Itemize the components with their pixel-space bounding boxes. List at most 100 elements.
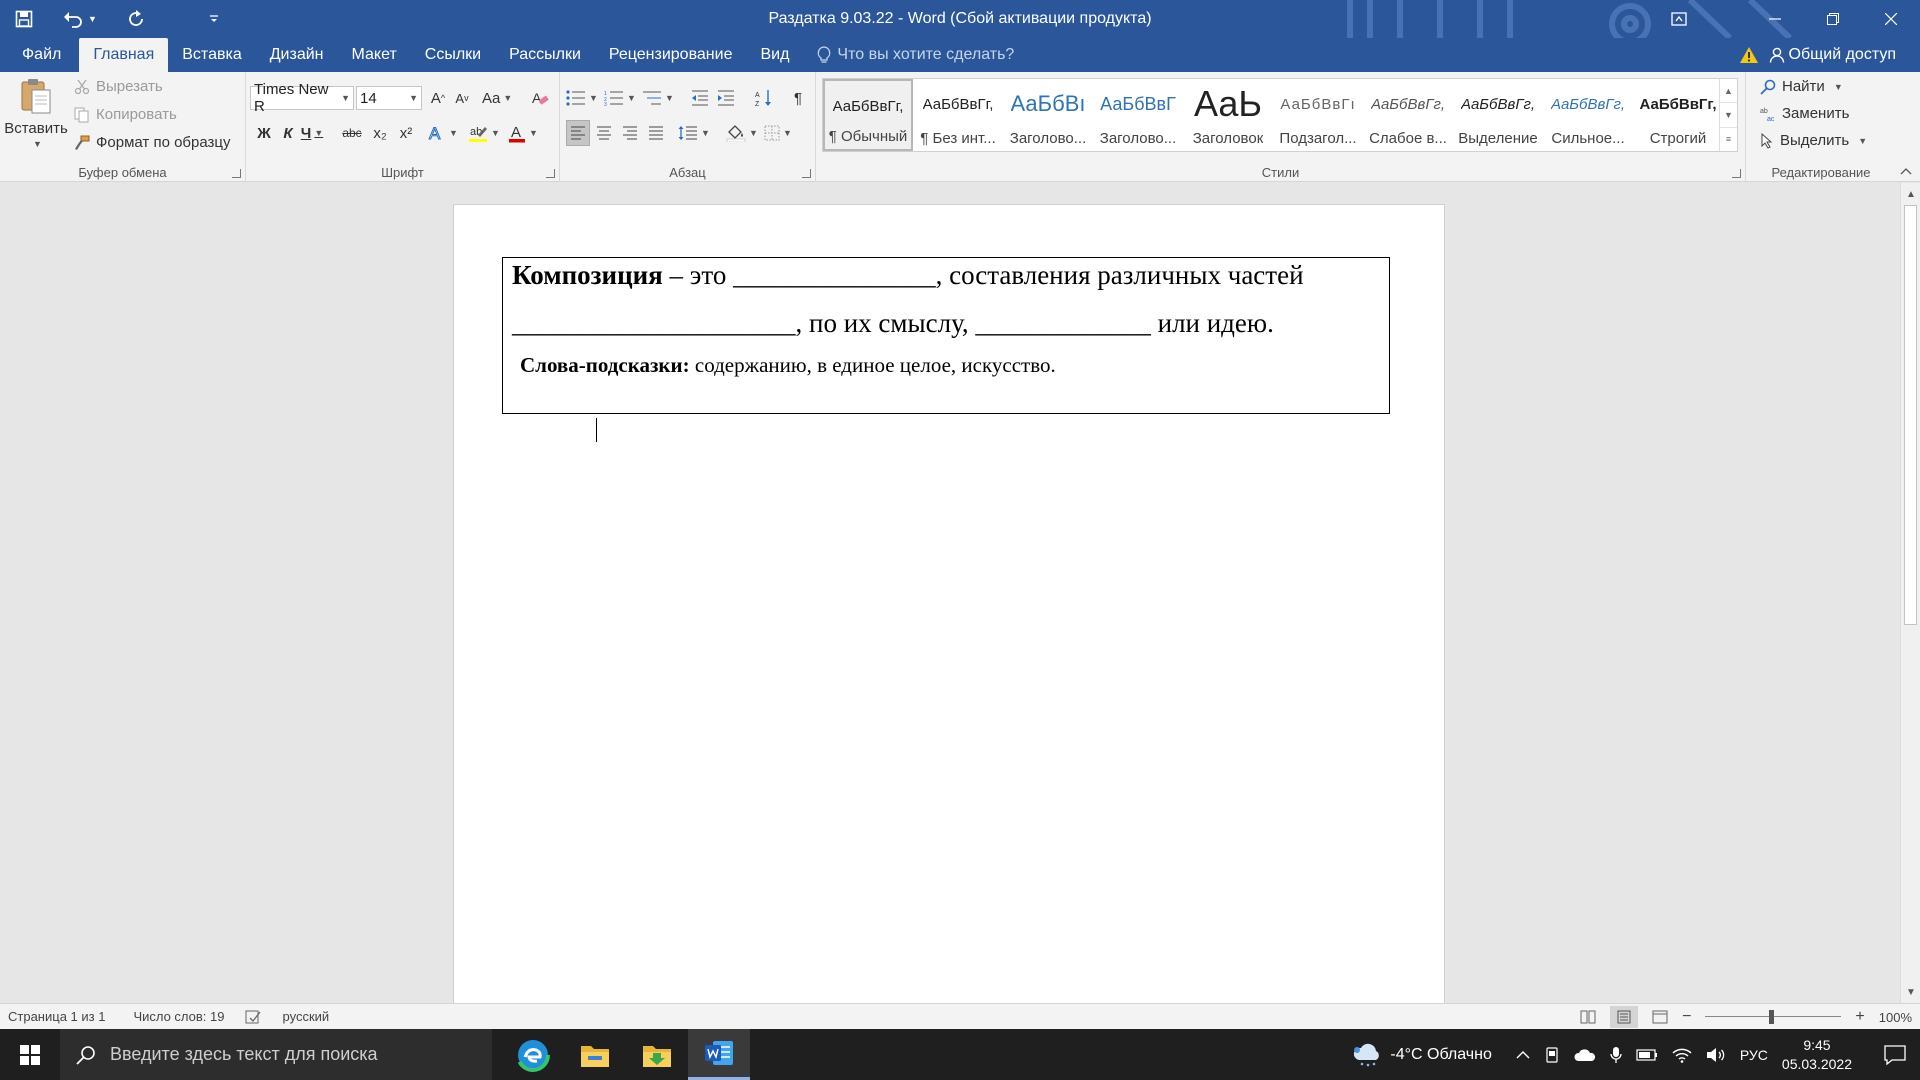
read-mode-icon[interactable] [1580, 1010, 1596, 1024]
web-layout-icon[interactable] [1652, 1010, 1668, 1024]
ribbon-display-options-icon[interactable] [1650, 0, 1708, 38]
word-count[interactable]: Число слов: 19 [133, 1009, 224, 1024]
style-heading-1[interactable]: АаБбВı Заголово... [1003, 79, 1093, 151]
shading-button[interactable]: ▼ [726, 120, 758, 146]
language-indicator[interactable]: русский [283, 1009, 330, 1024]
document-page[interactable]: Композиция – это _______________, состав… [453, 204, 1445, 1003]
bullets-button[interactable]: ▼ [566, 85, 598, 111]
tell-me-box[interactable]: Что вы хотите сделать? [817, 46, 1014, 64]
save-icon[interactable] [10, 0, 38, 38]
tab-references[interactable]: Ссылки [411, 38, 495, 72]
copy-button[interactable]: Копировать [74, 106, 177, 123]
chevron-up-icon[interactable] [1516, 1050, 1530, 1060]
page-count[interactable]: Страница 1 из 1 [8, 1009, 105, 1024]
input-language[interactable]: РУС [1740, 1047, 1768, 1063]
gallery-more-icon[interactable]: ≡ [1720, 128, 1737, 151]
font-launcher-icon[interactable] [546, 169, 555, 178]
strikethrough-button[interactable]: abc [340, 120, 364, 146]
format-painter-button[interactable]: Формат по образцу [74, 134, 231, 151]
clipboard-launcher-icon[interactable] [232, 169, 241, 178]
style-intense-emphasis[interactable]: АаБбВвГг, Сильное... [1543, 79, 1633, 151]
weather-widget[interactable]: -4°C Облачно [1352, 1042, 1492, 1068]
zoom-in-icon[interactable]: + [1855, 1008, 1864, 1026]
customize-qat-icon[interactable] [200, 0, 228, 38]
increase-indent-button[interactable] [714, 85, 738, 111]
scroll-thumb[interactable] [1904, 205, 1917, 625]
warning-icon[interactable] [1739, 46, 1759, 64]
print-layout-button[interactable] [1610, 1006, 1639, 1028]
align-right-button[interactable] [618, 120, 642, 146]
font-name-combo[interactable]: Times New R ▼ [250, 81, 354, 115]
cut-button[interactable]: Вырезать [74, 78, 163, 95]
gallery-up-icon[interactable]: ▲ [1720, 79, 1737, 104]
paragraph-launcher-icon[interactable] [802, 169, 811, 178]
font-color-button[interactable]: A ▼ [508, 120, 538, 146]
start-button[interactable] [0, 1029, 60, 1080]
undo-icon[interactable]: ▼ [58, 0, 102, 38]
vertical-scrollbar[interactable]: ▲ ▼ [1900, 183, 1920, 1003]
style-normal[interactable]: АаБбВвГг, ¶ Обычный [823, 79, 913, 151]
underline-button[interactable]: Ч ▼ [300, 120, 324, 146]
onedrive-icon[interactable] [1574, 1048, 1596, 1062]
decrease-indent-button[interactable] [688, 85, 712, 111]
style-emphasis[interactable]: АаБбВвГг, Выделение [1453, 79, 1543, 151]
share-button[interactable]: Общий доступ [1769, 46, 1896, 64]
meet-now-icon[interactable] [1544, 1046, 1560, 1063]
align-left-button[interactable] [566, 120, 590, 146]
wifi-icon[interactable] [1672, 1047, 1692, 1063]
gallery-down-icon[interactable]: ▼ [1720, 103, 1737, 128]
scroll-down-icon[interactable]: ▼ [1901, 983, 1920, 1001]
zoom-slider[interactable] [1705, 1010, 1842, 1024]
replace-button[interactable]: ab ac Заменить [1760, 105, 1849, 122]
style-subtitle[interactable]: АаБбВвГı Подзагол... [1273, 79, 1363, 151]
tab-design[interactable]: Дизайн [256, 38, 338, 72]
zoom-slider-thumb[interactable] [1769, 1010, 1775, 1024]
style-title[interactable]: АаЬ Заголовок [1183, 79, 1273, 151]
borders-button[interactable]: ▼ [764, 120, 792, 146]
taskbar-search-box[interactable]: Введите здесь текст для поиска [60, 1029, 492, 1080]
tab-file[interactable]: Файл [4, 38, 79, 72]
italic-button[interactable]: К [276, 120, 300, 146]
superscript-button[interactable]: x² [394, 120, 418, 146]
redo-icon[interactable] [122, 0, 150, 38]
minimize-button[interactable] [1746, 0, 1804, 38]
tab-layout[interactable]: Макет [338, 38, 411, 72]
bold-button[interactable]: Ж [252, 120, 276, 146]
restore-button[interactable] [1804, 0, 1862, 38]
styles-launcher-icon[interactable] [1732, 169, 1741, 178]
clock[interactable]: 9:45 05.03.2022 [1782, 1036, 1852, 1074]
subscript-button[interactable]: x₂ [368, 120, 392, 146]
sort-button[interactable]: AZ [752, 85, 776, 111]
taskbar-word[interactable] [688, 1029, 750, 1080]
style-no-spacing[interactable]: АаБбВвГг, ¶ Без инт... [913, 79, 1003, 151]
microphone-icon[interactable] [1610, 1046, 1622, 1064]
tab-home[interactable]: Главная [79, 38, 169, 72]
show-formatting-button[interactable]: ¶ [786, 85, 810, 111]
clear-formatting-button[interactable]: A [528, 85, 552, 111]
zoom-level[interactable]: 100% [1879, 1010, 1912, 1025]
notifications-icon[interactable] [1884, 1044, 1906, 1065]
justify-button[interactable] [644, 120, 668, 146]
scroll-up-icon[interactable]: ▲ [1901, 185, 1920, 203]
shrink-font-button[interactable]: Av [450, 85, 474, 111]
align-center-button[interactable] [592, 120, 616, 146]
taskbar-edge[interactable] [502, 1029, 564, 1080]
style-strong[interactable]: АаБбВвГг, Строгий [1633, 79, 1723, 151]
speaker-icon[interactable] [1706, 1047, 1726, 1063]
tab-mailings[interactable]: Рассылки [495, 38, 595, 72]
multilevel-list-button[interactable]: ▼ [642, 85, 674, 111]
change-case-button[interactable]: Aa ▼ [482, 85, 512, 111]
style-heading-2[interactable]: АаБбВвГ Заголово... [1093, 79, 1183, 151]
tab-view[interactable]: Вид [746, 38, 803, 72]
battery-icon[interactable] [1636, 1048, 1658, 1061]
highlight-button[interactable]: ab ▼ [468, 120, 500, 146]
tab-review[interactable]: Рецензирование [595, 38, 747, 72]
zoom-out-icon[interactable]: − [1682, 1008, 1691, 1026]
paste-button[interactable]: Вставить ▼ [4, 76, 68, 160]
taskbar-downloads[interactable] [626, 1029, 688, 1080]
taskbar-file-explorer[interactable] [564, 1029, 626, 1080]
close-button[interactable] [1862, 0, 1920, 38]
line-spacing-button[interactable]: ▼ [678, 120, 710, 146]
tab-insert[interactable]: Вставка [168, 38, 255, 72]
find-button[interactable]: Найти ▼ [1760, 78, 1843, 95]
